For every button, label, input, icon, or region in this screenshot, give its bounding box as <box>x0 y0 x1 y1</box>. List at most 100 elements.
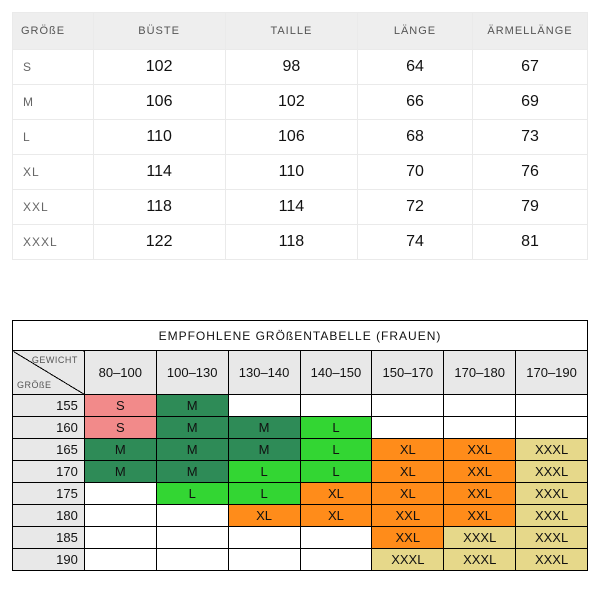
length-cell: 64 <box>358 50 473 85</box>
table-row: S102986467 <box>13 50 588 85</box>
sleeve-cell: 69 <box>473 85 588 120</box>
size-cell: XXXL <box>516 461 588 483</box>
sleeve-cell: 81 <box>473 225 588 260</box>
height-row-header: 160 <box>13 417 85 439</box>
sleeve-cell: 73 <box>473 120 588 155</box>
size-cell: M <box>228 439 300 461</box>
size-cell: M <box>84 461 156 483</box>
size-cell: XXXL <box>516 527 588 549</box>
waist-cell: 106 <box>225 120 357 155</box>
bust-cell: 122 <box>93 225 225 260</box>
height-row-header: 190 <box>13 549 85 571</box>
size-cell: XXXL <box>444 549 516 571</box>
size-cell: XXXL <box>516 483 588 505</box>
table-row: 190XXXLXXXLXXXL <box>13 549 588 571</box>
size-cell: XXL <box>444 461 516 483</box>
col-size: GRÖßE <box>13 13 94 50</box>
height-row-header: 175 <box>13 483 85 505</box>
size-cell: M <box>13 85 94 120</box>
length-cell: 68 <box>358 120 473 155</box>
size-cell <box>156 549 228 571</box>
size-cell: XXL <box>444 439 516 461</box>
table-row: 165MMMLXLXXLXXXL <box>13 439 588 461</box>
measurements-table: GRÖßE BÜSTE TAILLE LÄNGE ÄRMELLÄNGE S102… <box>12 12 588 260</box>
height-row-header: 180 <box>13 505 85 527</box>
height-row-header: 170 <box>13 461 85 483</box>
size-cell <box>516 395 588 417</box>
size-cell: XXL <box>372 505 444 527</box>
size-cell: L <box>228 461 300 483</box>
table-row: 175LLXLXLXXLXXXL <box>13 483 588 505</box>
size-cell <box>372 417 444 439</box>
length-cell: 74 <box>358 225 473 260</box>
size-cell: XL <box>228 505 300 527</box>
size-cell: XXXL <box>516 505 588 527</box>
size-cell: L <box>156 483 228 505</box>
bust-cell: 114 <box>93 155 225 190</box>
size-cell: L <box>300 417 372 439</box>
recommended-size-table: EMPFOHLENE GRÖßENTABELLE (FRAUEN) GEWICH… <box>12 320 588 571</box>
table-row: XXXL1221187481 <box>13 225 588 260</box>
table-row: XL1141107076 <box>13 155 588 190</box>
waist-cell: 118 <box>225 225 357 260</box>
size-cell <box>228 549 300 571</box>
weight-col: 130–140 <box>228 351 300 395</box>
weight-col: 140–150 <box>300 351 372 395</box>
table-title-row: EMPFOHLENE GRÖßENTABELLE (FRAUEN) <box>13 321 588 351</box>
col-bust: BÜSTE <box>93 13 225 50</box>
waist-cell: 114 <box>225 190 357 225</box>
size-cell <box>156 505 228 527</box>
weight-header-row: GEWICHT GRÖßE 80–100 100–130 130–140 140… <box>13 351 588 395</box>
col-length: LÄNGE <box>358 13 473 50</box>
weight-col: 100–130 <box>156 351 228 395</box>
size-cell: S <box>84 417 156 439</box>
table-row: 160SMML <box>13 417 588 439</box>
size-cell: XL <box>372 483 444 505</box>
size-cell: M <box>156 439 228 461</box>
size-cell: M <box>156 417 228 439</box>
table-row: 170MMLLXLXXLXXXL <box>13 461 588 483</box>
size-cell: XL <box>372 439 444 461</box>
size-cell: L <box>300 439 372 461</box>
waist-cell: 102 <box>225 85 357 120</box>
size-cell: S <box>13 50 94 85</box>
weight-col: 170–180 <box>444 351 516 395</box>
size-cell: M <box>228 417 300 439</box>
height-row-header: 165 <box>13 439 85 461</box>
size-cell: XL <box>300 505 372 527</box>
size-cell <box>84 483 156 505</box>
table-header-row: GRÖßE BÜSTE TAILLE LÄNGE ÄRMELLÄNGE <box>13 13 588 50</box>
length-cell: 66 <box>358 85 473 120</box>
table-row: 155SM <box>13 395 588 417</box>
size-cell: XL <box>13 155 94 190</box>
size-cell: XXL <box>372 527 444 549</box>
size-cell: XXL <box>444 483 516 505</box>
table-row: 180XLXLXXLXXLXXXL <box>13 505 588 527</box>
size-cell: M <box>156 461 228 483</box>
size-cell <box>84 505 156 527</box>
size-cell: XL <box>372 461 444 483</box>
size-cell <box>444 395 516 417</box>
size-cell <box>300 549 372 571</box>
diag-header: GEWICHT GRÖßE <box>13 351 85 395</box>
bust-cell: 106 <box>93 85 225 120</box>
col-waist: TAILLE <box>225 13 357 50</box>
size-cell: L <box>228 483 300 505</box>
length-cell: 72 <box>358 190 473 225</box>
table-row: 185XXLXXXLXXXL <box>13 527 588 549</box>
table-row: XXL1181147279 <box>13 190 588 225</box>
bust-cell: 102 <box>93 50 225 85</box>
weight-col: 150–170 <box>372 351 444 395</box>
table-row: L1101066873 <box>13 120 588 155</box>
sleeve-cell: 76 <box>473 155 588 190</box>
size-cell <box>228 395 300 417</box>
bust-cell: 110 <box>93 120 225 155</box>
size-cell: L <box>13 120 94 155</box>
size-cell: XXL <box>13 190 94 225</box>
bust-cell: 118 <box>93 190 225 225</box>
size-cell: XXXL <box>444 527 516 549</box>
size-cell: XXXL <box>372 549 444 571</box>
size-cell <box>156 527 228 549</box>
size-cell: XXXL <box>516 439 588 461</box>
size-cell <box>300 527 372 549</box>
